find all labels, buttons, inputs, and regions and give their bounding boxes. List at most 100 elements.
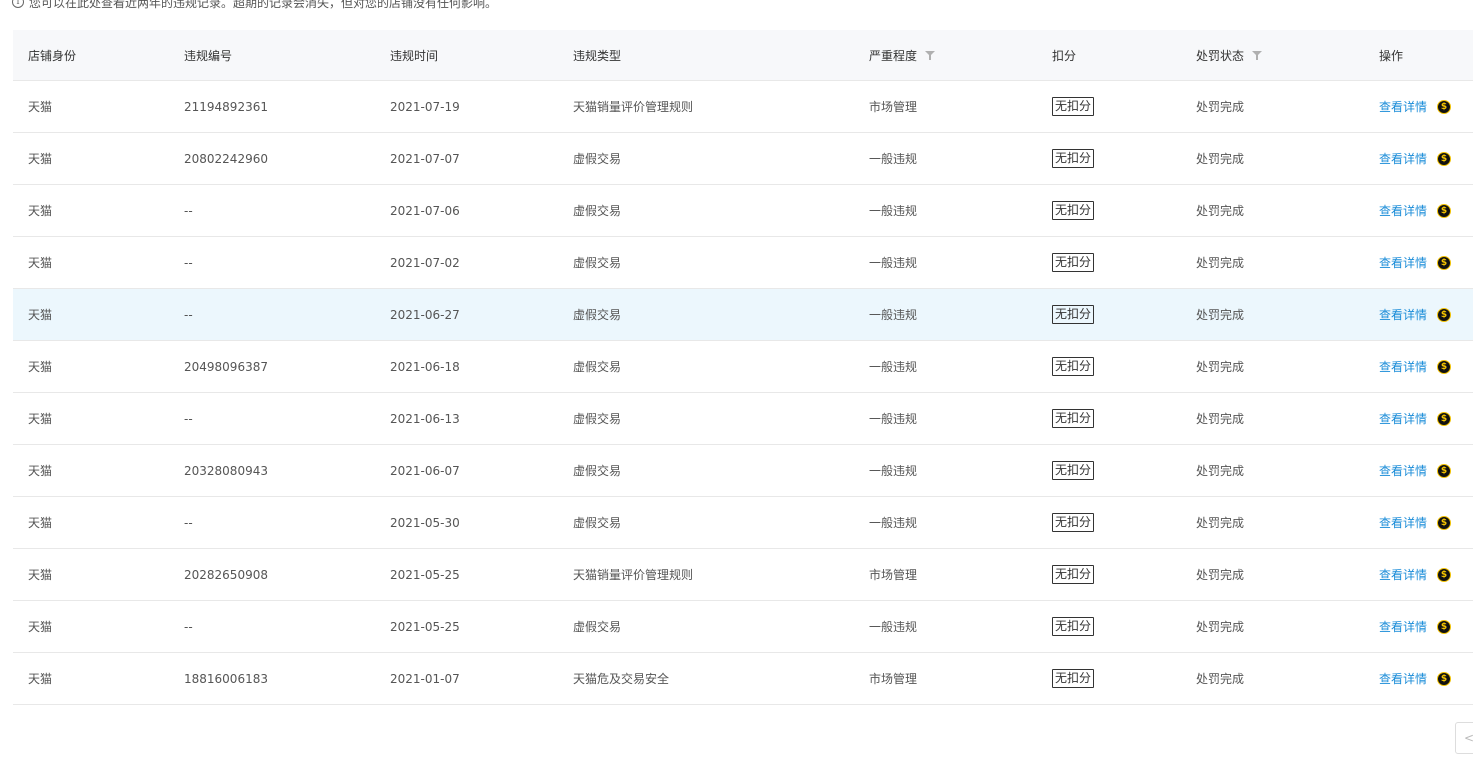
coin-icon[interactable]: $ — [1437, 463, 1452, 478]
coin-icon[interactable]: $ — [1437, 151, 1452, 166]
cell-violation-type: 虚假交易 — [573, 185, 621, 236]
status-text: 处罚完成 — [1196, 620, 1245, 634]
coin-icon[interactable]: $ — [1437, 203, 1452, 218]
cell-violation-type: 虚假交易 — [573, 601, 621, 652]
cell-action: 查看详情 $ — [1379, 549, 1452, 600]
cell-severity: 一般违规 — [869, 393, 917, 444]
violation-id-text: 20802242960 — [184, 151, 268, 166]
coin-icon[interactable]: $ — [1437, 359, 1452, 374]
coin-icon[interactable]: $ — [1437, 411, 1452, 426]
severity-text: 一般违规 — [869, 412, 918, 426]
cell-points: 无扣分 — [1052, 497, 1095, 548]
view-details-link[interactable]: 查看详情 — [1379, 462, 1427, 479]
cell-points: 无扣分 — [1052, 393, 1095, 444]
view-details-link[interactable]: 查看详情 — [1379, 566, 1427, 583]
table-row: 天猫 -- 2021-07-06 虚假交易 一般违规 无扣分 处罚完成 查看详情 $ — [13, 185, 1473, 237]
points-badge: 无扣分 — [1052, 565, 1095, 584]
filter-icon[interactable] — [925, 50, 936, 60]
table-row: 天猫 -- 2021-06-13 虚假交易 一般违规 无扣分 处罚完成 查看详情 $ — [13, 393, 1473, 445]
column-header-label: 违规类型 — [573, 48, 622, 63]
coin-icon[interactable]: $ — [1437, 567, 1452, 582]
view-details-link[interactable]: 查看详情 — [1379, 618, 1427, 635]
violation-type-text: 虚假交易 — [573, 204, 622, 218]
view-details-link[interactable]: 查看详情 — [1379, 514, 1427, 531]
view-details-link[interactable]: 查看详情 — [1379, 150, 1427, 167]
coin-icon[interactable]: $ — [1437, 99, 1452, 114]
violations-table: 店铺身份 违规编号 违规时间 违规类型 严重程度 扣分 处罚状态 操作 天猫 21… — [13, 30, 1473, 705]
cell-points: 无扣分 — [1052, 237, 1095, 288]
points-badge: 无扣分 — [1052, 461, 1095, 480]
coin-icon[interactable]: $ — [1437, 671, 1452, 686]
cell-violation-id: -- — [184, 497, 193, 548]
cell-violation-date: 2021-05-25 — [390, 549, 460, 600]
column-header-label: 违规编号 — [184, 48, 233, 63]
cell-violation-type: 虚假交易 — [573, 497, 621, 548]
cell-violation-type: 天猫销量评价管理规则 — [573, 81, 693, 132]
cell-points: 无扣分 — [1052, 185, 1095, 236]
status-text: 处罚完成 — [1196, 464, 1245, 478]
status-text: 处罚完成 — [1196, 204, 1245, 218]
notice-text: 您可以在此处查看近两年的违规记录。超期的记录会消失，但对您的店铺没有任何影响。 — [29, 0, 498, 10]
cell-violation-date: 2021-06-27 — [390, 289, 460, 340]
column-header-type: 违规类型 — [573, 30, 621, 80]
cell-action: 查看详情 $ — [1379, 237, 1452, 288]
cell-points: 无扣分 — [1052, 601, 1095, 652]
view-details-link[interactable]: 查看详情 — [1379, 670, 1427, 687]
view-details-link[interactable]: 查看详情 — [1379, 410, 1427, 427]
coin-icon[interactable]: $ — [1437, 619, 1452, 634]
violation-type-text: 虚假交易 — [573, 412, 622, 426]
chevron-left-icon: < — [1464, 731, 1473, 745]
violation-date-text: 2021-01-07 — [390, 671, 460, 686]
pager-prev-button[interactable]: < — [1455, 722, 1473, 754]
view-details-link[interactable]: 查看详情 — [1379, 98, 1427, 115]
identity-text: 天猫 — [28, 100, 53, 114]
identity-text: 天猫 — [28, 620, 53, 634]
cell-violation-id: -- — [184, 601, 193, 652]
coin-icon[interactable]: $ — [1437, 307, 1452, 322]
cell-severity: 一般违规 — [869, 497, 917, 548]
cell-status: 处罚完成 — [1196, 81, 1244, 132]
filter-icon[interactable] — [1252, 50, 1263, 60]
severity-text: 一般违规 — [869, 204, 918, 218]
cell-severity: 市场管理 — [869, 81, 917, 132]
cell-violation-type: 虚假交易 — [573, 133, 621, 184]
cell-violation-date: 2021-05-30 — [390, 497, 460, 548]
coin-icon[interactable]: $ — [1437, 255, 1452, 270]
violation-id-text: 18816006183 — [184, 671, 268, 686]
cell-identity: 天猫 — [28, 237, 52, 288]
view-details-link[interactable]: 查看详情 — [1379, 254, 1427, 271]
cell-violation-date: 2021-06-13 — [390, 393, 460, 444]
cell-violation-type: 虚假交易 — [573, 393, 621, 444]
violation-type-text: 天猫销量评价管理规则 — [573, 100, 694, 114]
identity-text: 天猫 — [28, 360, 53, 374]
table-row: 天猫 -- 2021-05-30 虚假交易 一般违规 无扣分 处罚完成 查看详情 $ — [13, 497, 1473, 549]
status-text: 处罚完成 — [1196, 308, 1245, 322]
severity-text: 一般违规 — [869, 516, 918, 530]
cell-violation-id: -- — [184, 185, 193, 236]
column-header-status: 处罚状态 — [1196, 30, 1263, 80]
view-details-link[interactable]: 查看详情 — [1379, 306, 1427, 323]
cell-identity: 天猫 — [28, 81, 52, 132]
violation-type-text: 虚假交易 — [573, 256, 622, 270]
view-details-link[interactable]: 查看详情 — [1379, 202, 1427, 219]
violation-date-text: 2021-07-07 — [390, 151, 460, 166]
view-details-link[interactable]: 查看详情 — [1379, 358, 1427, 375]
cell-points: 无扣分 — [1052, 549, 1095, 600]
column-header-label: 违规时间 — [390, 48, 439, 63]
coin-icon[interactable]: $ — [1437, 515, 1452, 530]
column-header-identity: 店铺身份 — [28, 30, 76, 80]
column-header-label: 扣分 — [1052, 48, 1077, 63]
cell-action: 查看详情 $ — [1379, 133, 1452, 184]
cell-identity: 天猫 — [28, 497, 52, 548]
status-text: 处罚完成 — [1196, 256, 1245, 270]
cell-severity: 一般违规 — [869, 133, 917, 184]
points-badge: 无扣分 — [1052, 617, 1095, 636]
violation-id-text: -- — [184, 255, 193, 270]
violation-id-text: 20498096387 — [184, 359, 268, 374]
cell-identity: 天猫 — [28, 289, 52, 340]
cell-points: 无扣分 — [1052, 341, 1095, 392]
cell-severity: 一般违规 — [869, 185, 917, 236]
cell-status: 处罚完成 — [1196, 393, 1244, 444]
table-row: 天猫 20282650908 2021-05-25 天猫销量评价管理规则 市场管理 无扣分… — [13, 549, 1473, 601]
table-row: 天猫 20328080943 2021-06-07 虚假交易 一般违规 无扣分 处罚完成 查看… — [13, 445, 1473, 497]
